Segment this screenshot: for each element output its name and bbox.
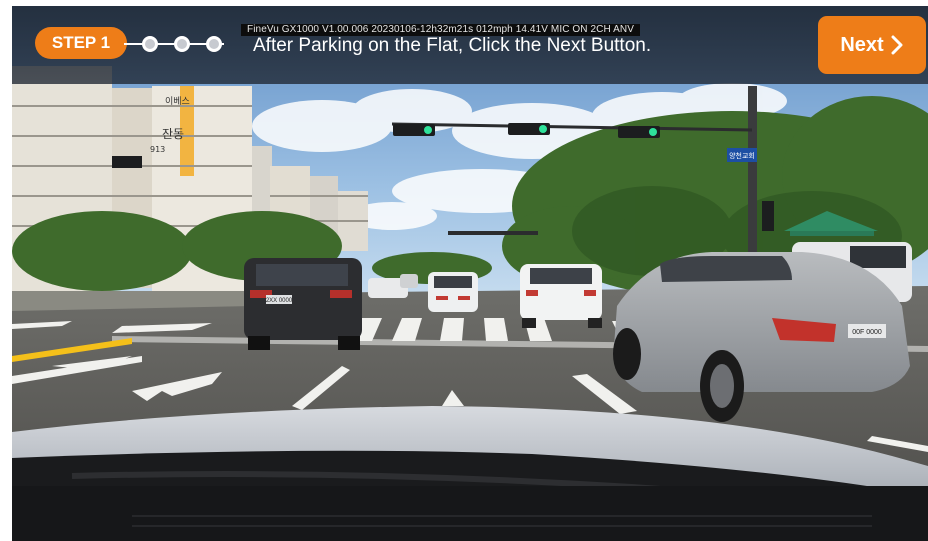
building-sign-3: 913 — [150, 145, 165, 154]
plate-text-left: 2XX 0000 — [266, 298, 293, 304]
instruction-text: After Parking on the Flat, Click the Nex… — [253, 35, 652, 56]
next-button-label: Next — [840, 34, 884, 56]
road-sign-text: 양천교회 — [729, 151, 755, 160]
plate-text-right: 00F 0000 — [852, 329, 882, 336]
step-badge: STEP 1 — [35, 27, 127, 59]
building-sign-1: 이베스 — [165, 96, 190, 107]
building-sign-2: 잔동 — [162, 127, 184, 141]
step-progress-dots-icon — [124, 36, 224, 52]
chevron-right-icon — [891, 35, 903, 55]
dashcam-viewport: 2XX 0000 00F 0000 이베스 잔동 913 양천교회 FineVu… — [12, 6, 928, 541]
next-button[interactable]: Next — [818, 16, 926, 74]
dashcam-scene: 2XX 0000 00F 0000 이베스 잔동 913 양천교회 — [12, 6, 928, 541]
